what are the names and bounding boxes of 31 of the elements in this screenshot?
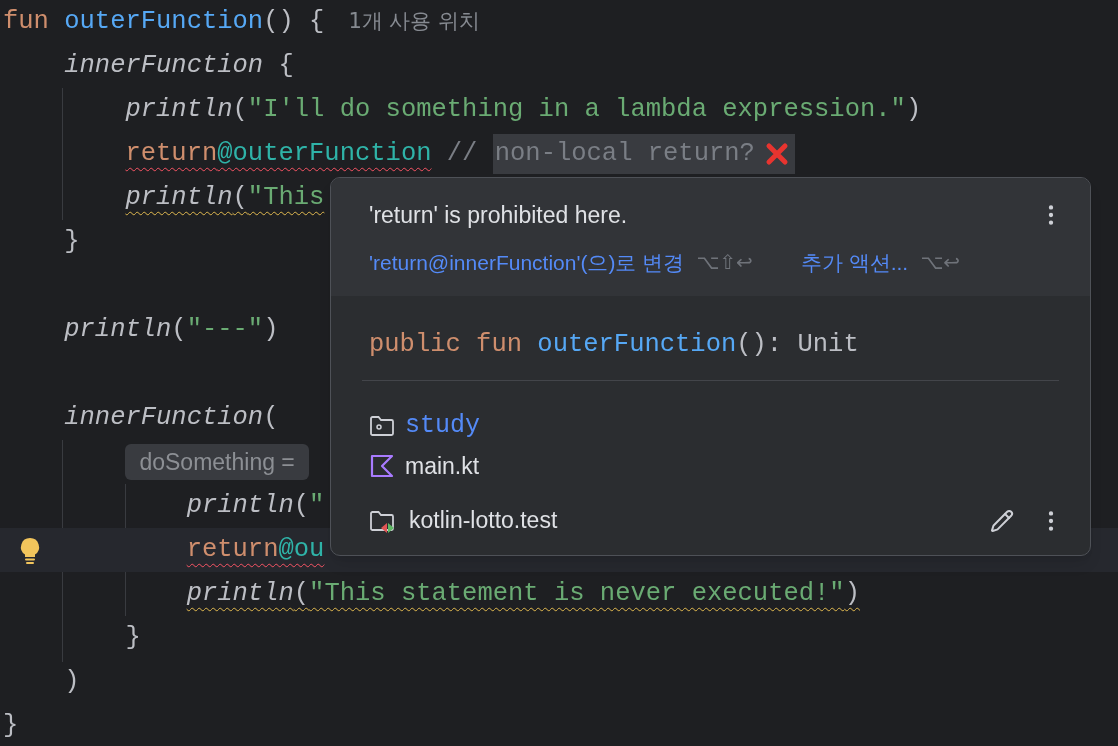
project-name: kotlin-lotto.test [409,506,558,536]
code-line: } [125,621,141,654]
edit-icon[interactable] [990,508,1014,533]
file-name: main.kt [405,451,480,481]
lightbulb-icon[interactable] [19,537,41,565]
code-line: innerFunction { [64,49,294,82]
error-message: 'return' is prohibited here. [369,201,628,230]
quick-fix-link[interactable]: 추가 액션... [800,246,909,278]
usage-hint[interactable]: 1개 사용 위치 [348,6,481,38]
test-folder-icon [369,508,395,533]
code-line: println("---") [64,313,279,346]
quick-fix-link[interactable]: 'return@innerFunction'(으)로 변경 [369,246,685,278]
highlighted-comment: non-local return? [492,134,755,174]
code-line: ) [64,665,80,698]
code-line: innerFunction( [64,401,279,434]
code-line: } [64,225,80,258]
folder-icon [369,414,395,438]
shortcut-hint: ⌥⇧↩ [696,249,753,277]
code-line: } [3,709,19,742]
kotlin-file-icon [369,453,395,479]
code-line: println("This statement is never executed!") [186,577,860,610]
code-line: println(" [186,489,325,522]
module-link[interactable]: study [405,407,480,445]
code-line: return@ou [186,533,325,566]
signature: public fun outerFunction(): Unit [368,329,860,361]
shortcut-hint: ⌥↩ [920,249,960,277]
parameter-hint[interactable]: doSomething = [125,444,309,480]
code-line: println("I'll do something in a lambda expression.") [125,93,922,126]
code-line: println("This [125,181,325,214]
code-line: return@outerFunction // [125,137,479,170]
code-line: fun outerFunction() { [3,5,325,38]
